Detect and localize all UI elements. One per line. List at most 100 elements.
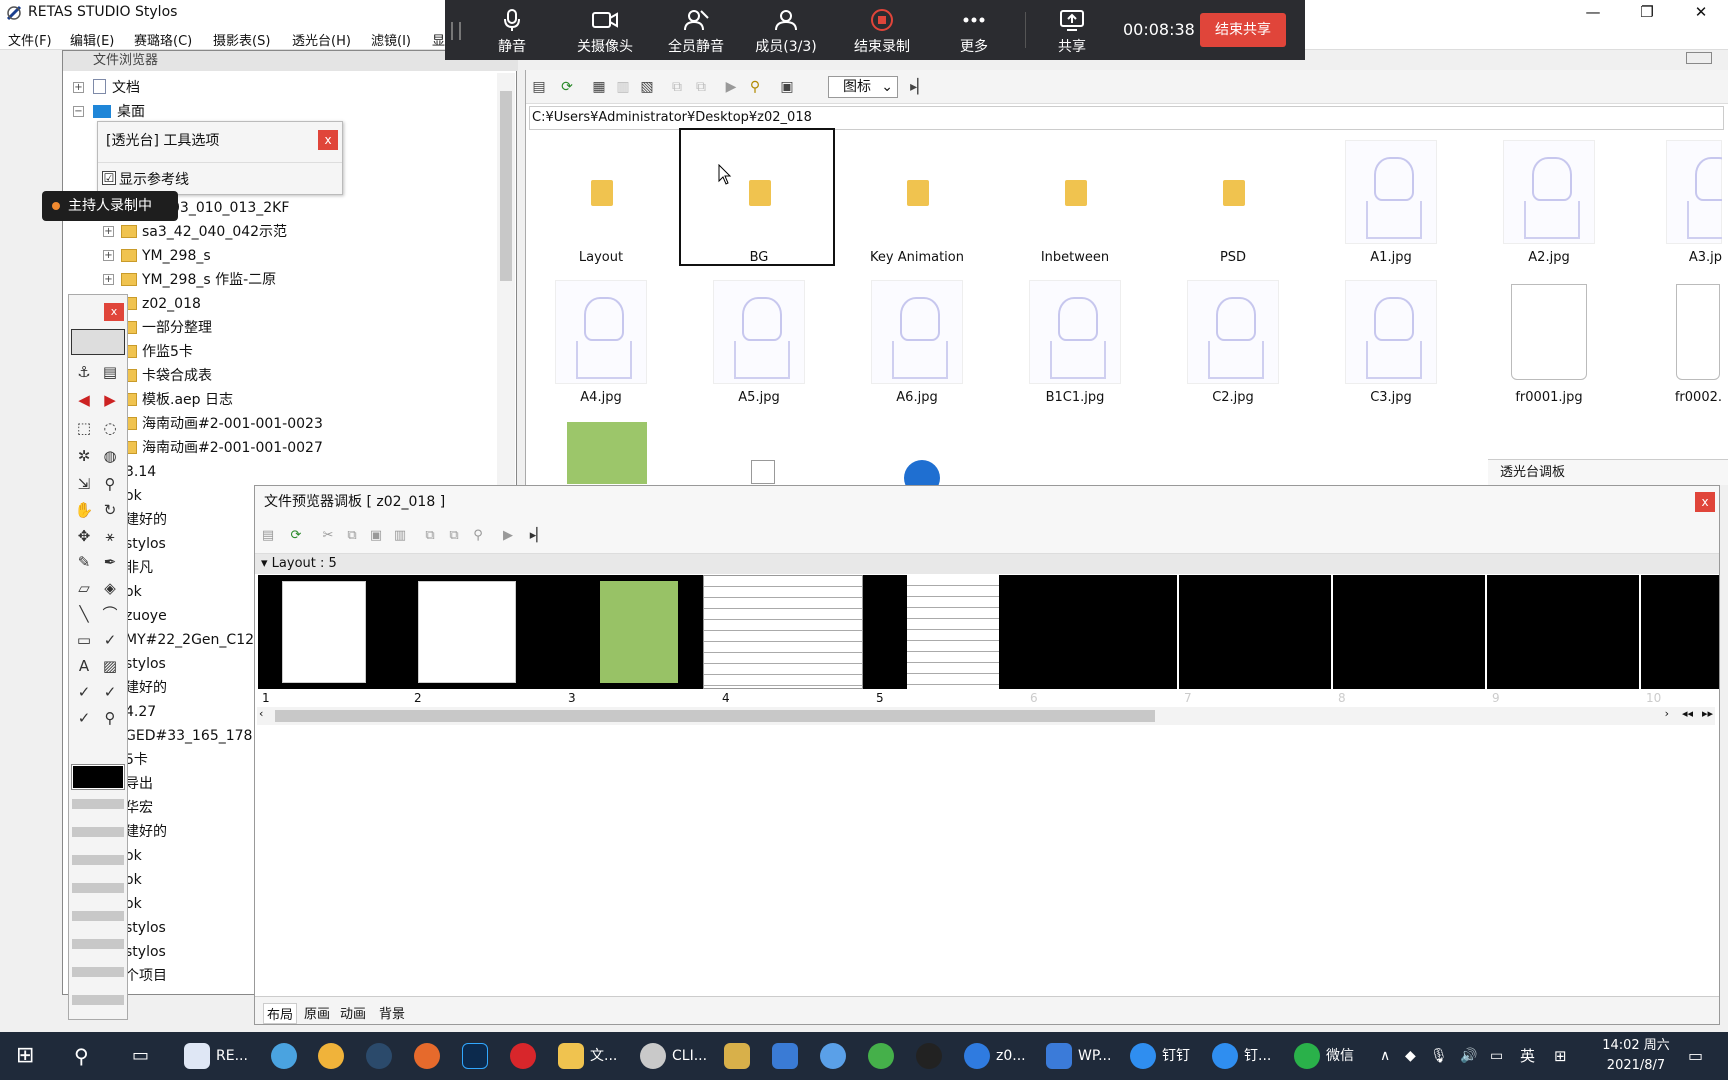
tree-item[interactable]: 个项目	[125, 965, 167, 987]
preview-scrollbar[interactable]: ‹ › ◂◂ ▸▸	[257, 707, 1715, 725]
path-bar[interactable]: C:¥Users¥Administrator¥Desktop¥z02_018	[529, 106, 1724, 130]
tree-item[interactable]: stylos	[125, 533, 166, 555]
file-item-a4[interactable]: A4.jpg	[526, 276, 676, 405]
tree-item[interactable]: 3.14	[125, 461, 156, 483]
copy-icon[interactable]: ⧉	[343, 527, 361, 545]
color-slot[interactable]	[72, 967, 124, 977]
smooth-icon[interactable]: ✓	[73, 707, 95, 729]
scroll-left-icon[interactable]: ‹	[259, 707, 263, 720]
color-slot[interactable]	[72, 911, 124, 921]
next-arrow-icon[interactable]: ▶	[99, 389, 121, 411]
share-button[interactable]: 共享	[1027, 6, 1117, 56]
paste-icon[interactable]: ⧉	[692, 78, 710, 96]
menu-timesheet[interactable]: 摄影表(S)	[213, 30, 270, 49]
more-button[interactable]: 更多	[929, 6, 1019, 56]
file-item-key-animation[interactable]: Key Animation	[842, 136, 992, 265]
tree-item[interactable]: stylos	[125, 917, 166, 939]
file-item-a5[interactable]: A5.jpg	[684, 276, 834, 405]
taskbar-app[interactable]	[868, 1040, 900, 1072]
tree-item[interactable]: 建好的	[125, 677, 167, 699]
magic-wand-icon[interactable]: ✲	[73, 445, 95, 467]
copy-icon[interactable]: ⧉	[668, 78, 686, 96]
taskbar-app[interactable]	[271, 1040, 303, 1072]
prev-arrow-icon[interactable]: ◀	[73, 389, 95, 411]
tab-key-animation[interactable]: 原画	[304, 1003, 330, 1022]
taskbar-app-wps[interactable]: WP...	[1046, 1040, 1111, 1072]
select-pen-icon[interactable]: ◍	[99, 445, 121, 467]
expand-icon[interactable]: +	[103, 274, 114, 285]
collapse-triangle-icon[interactable]: ▾	[261, 556, 272, 571]
mute-button[interactable]: 静音	[467, 6, 557, 56]
tree-item[interactable]: 海南动画#2-001-001-0023	[121, 413, 323, 435]
show-guides-checkbox[interactable]: ☑	[102, 171, 116, 185]
taskbar-app-dingtalk[interactable]: 钉钉	[1130, 1040, 1190, 1072]
up-folder-icon[interactable]: ▥	[614, 78, 632, 96]
eraser-icon[interactable]: ▱	[73, 577, 95, 599]
new-folder-icon[interactable]: ▦	[590, 78, 608, 96]
preview-frame-7[interactable]	[1179, 575, 1331, 689]
rect-select-icon[interactable]: ⬚	[73, 417, 95, 439]
taskbar-app-steam[interactable]	[366, 1040, 398, 1072]
menu-lightbox[interactable]: 透光台(H)	[292, 30, 351, 49]
search-folder-icon[interactable]: ⚲	[746, 78, 764, 96]
taskbar-app-qq[interactable]	[916, 1040, 948, 1072]
cut-icon[interactable]: ✂	[319, 527, 337, 545]
ime-language-indicator[interactable]: 英	[1520, 1040, 1535, 1072]
popup-close-button[interactable]: x	[318, 130, 338, 150]
curve-icon[interactable]: ⌒	[99, 603, 121, 625]
color-slot[interactable]	[72, 855, 124, 865]
volume-icon[interactable]: 🔊	[1460, 1040, 1477, 1072]
tree-item[interactable]: MY#22_2Gen_C126	[125, 629, 263, 651]
search-pen-icon[interactable]: ⚲	[99, 707, 121, 729]
view-mode-select[interactable]: 图标 ⌄	[828, 76, 898, 98]
taskbar-app-firefox[interactable]	[414, 1040, 446, 1072]
delete-icon[interactable]: ▥	[391, 527, 409, 545]
menu-edit[interactable]: 编辑(E)	[70, 30, 114, 49]
fast-forward-icon[interactable]: ▸▸	[1702, 707, 1713, 720]
export-icon[interactable]: ⧉	[445, 527, 463, 545]
taskbar-app[interactable]	[772, 1040, 804, 1072]
taskbar-app-clip[interactable]: CLI...	[640, 1040, 707, 1072]
network-icon[interactable]: ▭	[1490, 1040, 1503, 1072]
file-item-b1c1[interactable]: B1C1.jpg	[1000, 276, 1150, 405]
refresh-icon[interactable]: ⟳	[558, 78, 576, 96]
members-button[interactable]: 成员(3/3)	[741, 6, 831, 56]
zoom-icon[interactable]: ⚲	[99, 473, 121, 495]
preview-frame-10[interactable]	[1641, 575, 1719, 689]
green-image-thumbnail[interactable]	[567, 422, 647, 484]
file-item-a3[interactable]: A3.jp	[1632, 136, 1722, 265]
preview-frame-1[interactable]	[258, 575, 388, 689]
tree-item[interactable]: 作监5卡	[121, 341, 193, 363]
expand-icon[interactable]: +	[103, 250, 114, 261]
tree-item[interactable]: stylos	[125, 941, 166, 963]
task-view-icon[interactable]: ▭	[132, 1040, 149, 1072]
taskbar-app-wechat[interactable]: 微信	[1294, 1040, 1354, 1072]
expand-icon[interactable]: +	[103, 226, 114, 237]
avatar[interactable]	[71, 329, 125, 355]
rotate-icon[interactable]: ↻	[99, 499, 121, 521]
restore-icon[interactable]: ❐	[1620, 0, 1674, 26]
mute-all-button[interactable]: 全员静音	[651, 6, 741, 56]
tree-item[interactable]: 海南动画#2-001-001-0027	[121, 437, 323, 459]
tree-item[interactable]: + YM_298_s	[103, 245, 211, 267]
layer-tool-icon[interactable]: ⚓	[73, 361, 95, 383]
tray-microphone-icon[interactable]: 🎙	[1430, 1040, 1448, 1072]
tree-item-desktop[interactable]: − 桌面	[73, 101, 145, 123]
tree-item[interactable]: 建好的	[125, 821, 167, 843]
tree-scroll-thumb[interactable]	[500, 91, 512, 281]
ime-mode-icon[interactable]: ⊞	[1554, 1040, 1567, 1072]
taskbar-app[interactable]	[820, 1040, 852, 1072]
gradient-icon[interactable]: ▨	[99, 655, 121, 677]
preview-close-button[interactable]: x	[1695, 492, 1715, 512]
tree-item[interactable]: GED#33_165_178	[125, 725, 252, 747]
file-item-fr0002[interactable]: fr0002.	[1632, 276, 1722, 405]
menu-filter[interactable]: 滤镜(I)	[371, 30, 411, 49]
tree-item[interactable]: zuoye	[125, 605, 167, 627]
preview-group-header[interactable]: ▾ Layout : 5	[255, 554, 1719, 574]
brush-icon[interactable]: ✓	[99, 629, 121, 651]
taskbar-app-retas[interactable]: RE...	[184, 1040, 248, 1072]
panel-menu-icon[interactable]: ▸▏	[529, 527, 547, 545]
color-slot[interactable]	[72, 883, 124, 893]
file-item-a2[interactable]: A2.jpg	[1474, 136, 1624, 265]
preview-frame-4[interactable]	[703, 575, 863, 689]
